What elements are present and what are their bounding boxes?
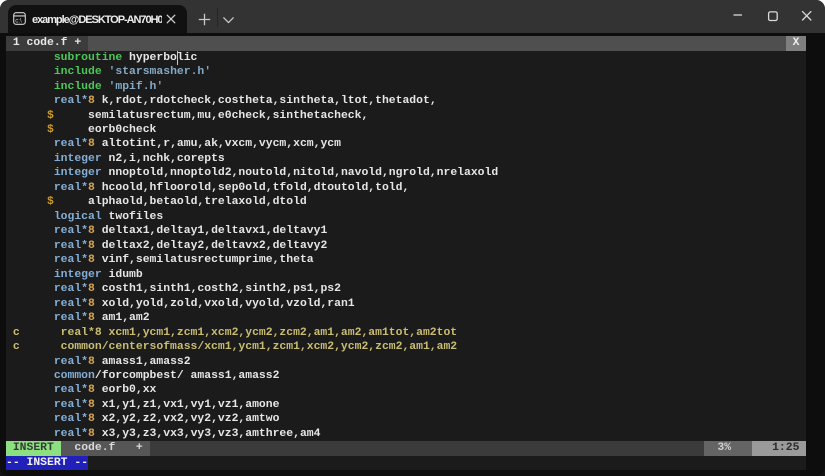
svg-text:c:\: c:\: [15, 18, 22, 25]
